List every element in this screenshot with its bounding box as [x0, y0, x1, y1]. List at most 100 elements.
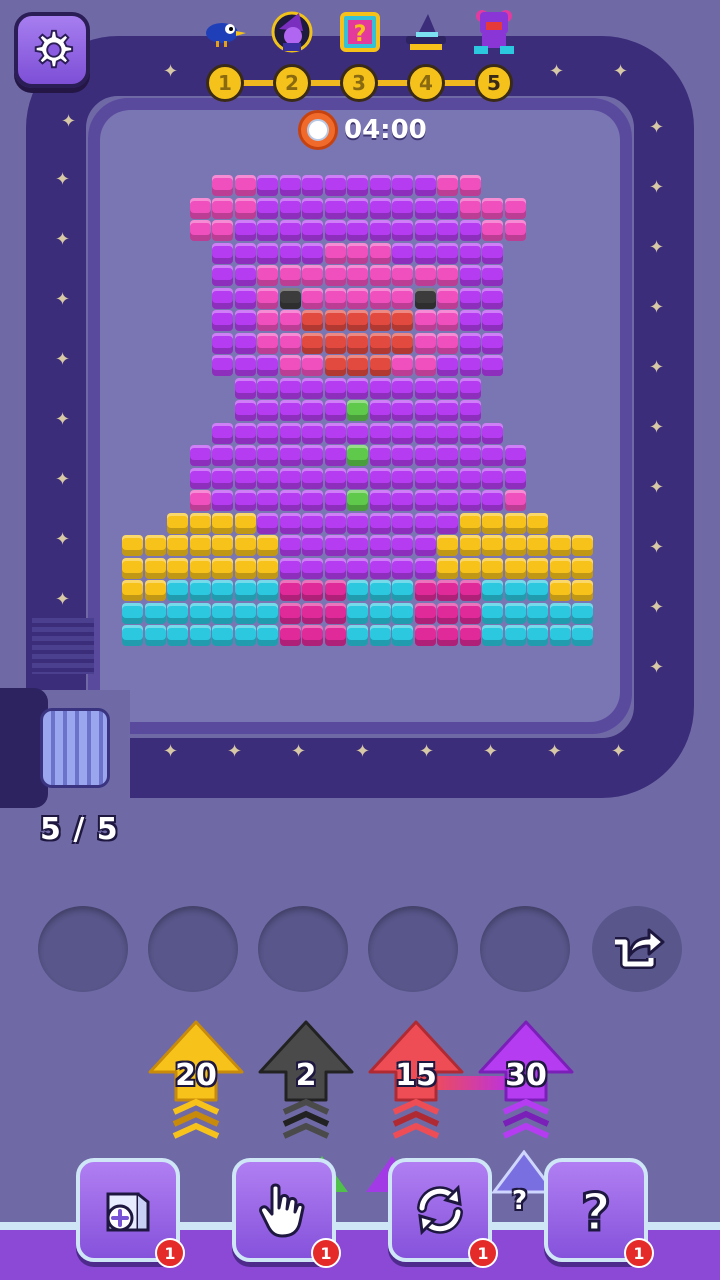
pixel-block [527, 535, 548, 556]
empty-cell [145, 355, 168, 378]
empty-cell [482, 400, 505, 423]
pixel-block [504, 625, 526, 646]
shooter-red[interactable]: 15 [366, 1020, 466, 1150]
pixel-block [347, 535, 368, 556]
track-star-icon: ✦ [611, 741, 627, 762]
export-button[interactable] [592, 906, 682, 992]
pixel-block [504, 602, 526, 624]
empty-cell [167, 310, 190, 333]
pixel-block [482, 445, 503, 466]
empty-cell [122, 243, 145, 266]
track-star-icon: ✦ [55, 529, 71, 550]
shooter-yellow[interactable]: 20 [146, 1020, 246, 1150]
pixel-block [234, 355, 256, 376]
pixel-block [257, 535, 278, 556]
empty-cell [167, 400, 190, 423]
pixel-block [369, 445, 391, 466]
pixel-block [459, 557, 481, 579]
empty-cell [145, 265, 168, 288]
teddy-bear-icon [470, 8, 518, 56]
track-star-icon: ✦ [649, 657, 665, 678]
holding-slot-1[interactable] [38, 906, 128, 992]
pixel-block [347, 580, 368, 601]
pixel-block [414, 287, 436, 309]
empty-cell [122, 220, 145, 243]
pixel-block [392, 602, 413, 624]
pixel-block [324, 400, 346, 421]
pixel-block [527, 580, 548, 601]
empty-cell [122, 423, 145, 446]
pixel-block [122, 602, 143, 624]
pixel-block [302, 175, 323, 196]
pixel-block [302, 400, 323, 421]
track-star-icon: ✦ [55, 229, 71, 250]
pixel-block [504, 197, 526, 219]
track-star-icon: ✦ [61, 111, 77, 132]
empty-cell [167, 423, 190, 446]
pixel-block [302, 490, 323, 511]
pixel-block [234, 265, 256, 286]
pixel-block [324, 377, 346, 399]
holding-slot-2[interactable] [148, 906, 238, 992]
shooter-purple[interactable]: 30 [476, 1020, 576, 1150]
pixel-block [234, 557, 256, 579]
pixel-block [482, 220, 503, 241]
pixel-block [302, 467, 323, 489]
pixel-block [527, 602, 548, 624]
pixel-block [167, 557, 188, 579]
pixel-block [212, 625, 233, 646]
pixel-block [212, 580, 233, 601]
settings-button[interactable] [14, 12, 90, 88]
pixel-block [504, 445, 526, 466]
pixel-block [392, 467, 413, 489]
empty-cell [167, 490, 190, 513]
pixel-block [392, 355, 413, 376]
empty-cell [550, 220, 573, 243]
empty-cell [122, 310, 145, 333]
pixel-block [437, 175, 458, 196]
empty-cell [145, 513, 168, 536]
empty-cell [145, 288, 168, 311]
pixel-block [347, 512, 368, 534]
holding-slot-3[interactable] [258, 906, 348, 992]
empty-cell [145, 198, 168, 221]
pixel-block [482, 197, 503, 219]
pixel-block [324, 535, 346, 556]
pixel-block [189, 580, 211, 601]
empty-cell [190, 265, 213, 288]
pixel-block [144, 557, 166, 579]
empty-cell [190, 423, 213, 446]
pixel-block [122, 557, 143, 579]
pixel-block [459, 355, 481, 376]
pixel-block [369, 220, 391, 241]
pixel-block [167, 602, 188, 624]
shooter-black[interactable]: 2 [256, 1020, 356, 1150]
track-star-icon: ✦ [649, 237, 665, 258]
empty-cell [190, 333, 213, 356]
pixel-block [369, 422, 391, 444]
empty-cell [122, 400, 145, 423]
pixel-block [234, 580, 256, 601]
holding-slot-4[interactable] [368, 906, 458, 992]
pixel-block [324, 265, 346, 286]
pixel-block [414, 310, 436, 331]
pixel-block [369, 557, 391, 579]
empty-cell [572, 265, 595, 288]
pixel-block [392, 400, 413, 421]
empty-cell [145, 310, 168, 333]
pixel-block [257, 355, 278, 376]
pixel-block [369, 287, 391, 309]
hand-pick-badge: 1 [311, 1238, 341, 1268]
pixel-block [234, 377, 256, 399]
empty-cell [145, 400, 168, 423]
mystery-box-icon: ? [336, 8, 384, 56]
pixel-block [189, 467, 211, 489]
holding-slot-5[interactable] [480, 906, 570, 992]
pixel-block [279, 422, 301, 444]
empty-cell [550, 198, 573, 221]
pixel-block [549, 625, 571, 646]
pixel-block [549, 580, 571, 601]
pixel-block [482, 422, 503, 444]
witch-hat-icon [402, 8, 450, 56]
pixel-block [549, 557, 571, 579]
